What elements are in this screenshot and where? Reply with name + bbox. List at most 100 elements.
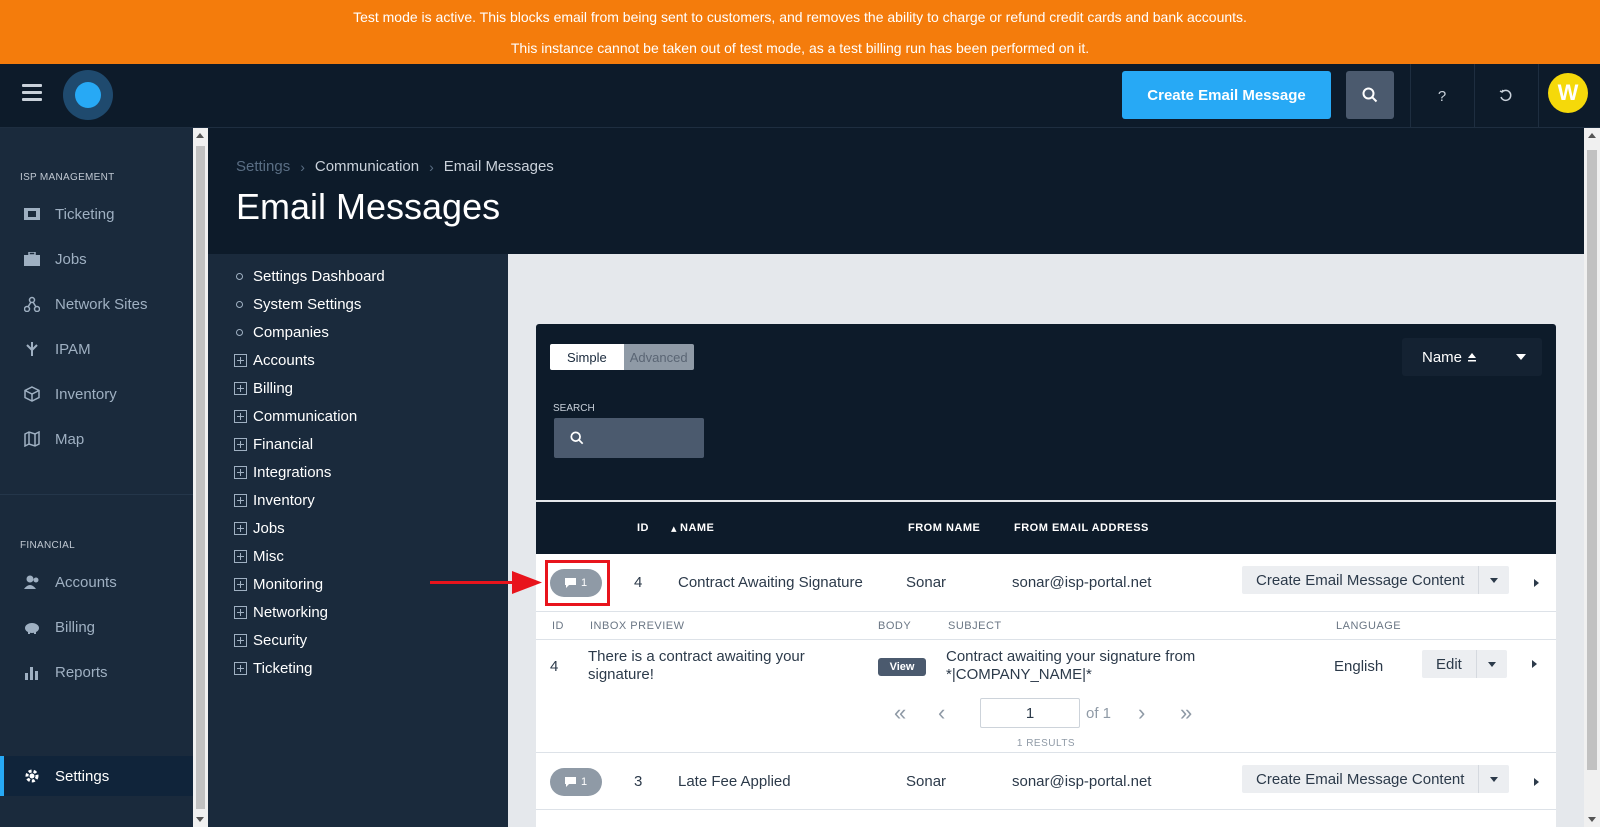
scroll-down-icon[interactable]: [1588, 817, 1596, 822]
expand-icon[interactable]: [234, 353, 247, 367]
create-content-button[interactable]: Create Email Message Content: [1242, 765, 1510, 793]
search-mode-toggle[interactable]: Simple Advanced: [550, 344, 694, 370]
sidebar-item-map[interactable]: Map: [0, 419, 193, 459]
sidebar-item-network-sites[interactable]: Network Sites: [0, 284, 193, 324]
history-button[interactable]: [1474, 64, 1538, 128]
create-content-label[interactable]: Create Email Message Content: [1242, 765, 1480, 793]
create-content-label[interactable]: Create Email Message Content: [1242, 566, 1480, 594]
settings-nav-companies[interactable]: Companies: [226, 322, 329, 342]
chevron-right-icon: ›: [300, 158, 305, 175]
expand-icon[interactable]: [234, 661, 247, 675]
sort-select[interactable]: Name: [1402, 338, 1542, 376]
settings-nav-label: Jobs: [253, 519, 285, 537]
section-financial: FINANCIAL: [20, 540, 75, 551]
content-language: English: [1334, 658, 1384, 675]
expand-icon[interactable]: [234, 521, 247, 535]
expand-icon[interactable]: [234, 465, 247, 479]
chevron-down-icon[interactable]: [1479, 566, 1509, 594]
sidebar-item-billing[interactable]: Billing: [0, 607, 193, 647]
expand-row-icon[interactable]: [1534, 778, 1539, 786]
settings-nav-jobs[interactable]: Jobs: [226, 518, 285, 538]
search-button[interactable]: [1346, 71, 1394, 119]
edit-label[interactable]: Edit: [1422, 650, 1477, 678]
settings-nav-monitoring[interactable]: Monitoring: [226, 574, 323, 594]
expand-row-icon[interactable]: [1534, 579, 1539, 587]
next-page-icon[interactable]: ›: [1138, 700, 1145, 726]
expand-icon[interactable]: [234, 549, 247, 563]
last-page-icon[interactable]: »: [1180, 700, 1192, 726]
bullet-icon: [236, 300, 243, 308]
settings-nav-accounts[interactable]: Accounts: [226, 350, 315, 370]
sidebar-item-settings[interactable]: Settings: [0, 756, 193, 796]
scroll-up-icon[interactable]: [196, 133, 204, 138]
settings-nav-inventory[interactable]: Inventory: [226, 490, 315, 510]
settings-nav-communication[interactable]: Communication: [226, 406, 357, 426]
settings-nav-billing[interactable]: Billing: [226, 378, 293, 398]
expand-icon[interactable]: [234, 409, 247, 423]
expand-icon[interactable]: [234, 381, 247, 395]
search-input[interactable]: [554, 418, 704, 458]
avatar[interactable]: W: [1548, 73, 1588, 113]
row-id: 3: [634, 773, 643, 790]
sidebar-item-ticketing[interactable]: Ticketing: [0, 194, 193, 234]
expand-icon[interactable]: [234, 577, 247, 591]
settings-nav-security[interactable]: Security: [226, 630, 307, 650]
sidebar-item-ipam[interactable]: IPAM: [0, 329, 193, 369]
scroll-thumb[interactable]: [196, 146, 205, 809]
scroll-thumb[interactable]: [1587, 150, 1597, 770]
settings-nav-integrations[interactable]: Integrations: [226, 462, 331, 482]
create-content-button[interactable]: Create Email Message Content: [1242, 566, 1510, 594]
chevron-down-icon[interactable]: [1479, 765, 1509, 793]
edit-content-button[interactable]: Edit: [1422, 650, 1507, 678]
main-scrollbar[interactable]: [1584, 128, 1600, 827]
settings-nav-financial[interactable]: Financial: [226, 434, 313, 454]
breadcrumb-communication[interactable]: Communication: [315, 158, 419, 175]
col-from-name[interactable]: FROM NAME: [908, 522, 980, 534]
first-page-icon[interactable]: «: [894, 700, 906, 726]
settings-nav-settings-dashboard[interactable]: Settings Dashboard: [226, 266, 385, 286]
chevron-down-icon[interactable]: [1477, 650, 1507, 678]
page-input[interactable]: 1: [980, 698, 1080, 728]
table-row[interactable]: 1 3 Late Fee Applied Sonar sonar@isp-por…: [536, 752, 1556, 810]
col-id[interactable]: ID: [637, 522, 649, 534]
expand-icon[interactable]: [234, 633, 247, 647]
settings-nav-label: Inventory: [253, 491, 315, 509]
table-row[interactable]: 1 4 Contract Awaiting Signature Sonar so…: [536, 554, 1556, 612]
advanced-tab[interactable]: Advanced: [623, 344, 694, 370]
view-body-button[interactable]: View: [878, 658, 926, 676]
hamburger-icon[interactable]: [22, 84, 42, 102]
settings-nav-misc[interactable]: Misc: [226, 546, 284, 566]
sidebar-item-reports[interactable]: Reports: [0, 652, 193, 692]
expand-row-icon[interactable]: [1532, 660, 1537, 668]
sidebar-item-accounts[interactable]: Accounts: [0, 562, 193, 602]
expand-icon[interactable]: [234, 605, 247, 619]
sidebar-item-jobs[interactable]: Jobs: [0, 239, 193, 279]
col-from-email[interactable]: FROM EMAIL ADDRESS: [1014, 522, 1149, 534]
simple-tab[interactable]: Simple: [550, 344, 624, 370]
settings-nav-ticketing[interactable]: Ticketing: [226, 658, 312, 678]
settings-nav-networking[interactable]: Networking: [226, 602, 328, 622]
scroll-down-icon[interactable]: [196, 817, 204, 822]
sidebar-item-inventory[interactable]: Inventory: [0, 374, 193, 414]
expand-icon[interactable]: [234, 493, 247, 507]
logo[interactable]: [63, 70, 113, 120]
content-count-badge[interactable]: 1: [550, 768, 602, 796]
sidebar-item-label: Ticketing: [55, 205, 115, 223]
expand-icon[interactable]: [234, 437, 247, 451]
help-button[interactable]: ?: [1410, 64, 1474, 128]
sidebar-scrollbar[interactable]: [193, 128, 208, 827]
ticket-icon: [23, 205, 41, 223]
box-icon: [23, 385, 41, 403]
col-name[interactable]: NAME: [680, 522, 714, 534]
create-email-message-button[interactable]: Create Email Message: [1122, 71, 1331, 119]
search-icon: [1362, 87, 1378, 103]
settings-nav-system-settings[interactable]: System Settings: [226, 294, 361, 314]
prev-page-icon[interactable]: ‹: [938, 700, 945, 726]
content-row[interactable]: 4 There is a contract awaiting your sign…: [536, 640, 1556, 690]
filter-panel: Simple Advanced SEARCH Name: [536, 324, 1556, 500]
breadcrumb-settings[interactable]: Settings: [236, 158, 290, 175]
sidebar-item-label: Accounts: [55, 573, 117, 591]
scroll-up-icon[interactable]: [1588, 133, 1596, 138]
chevron-right-icon: ›: [429, 158, 434, 175]
settings-nav-label: Networking: [253, 603, 329, 621]
